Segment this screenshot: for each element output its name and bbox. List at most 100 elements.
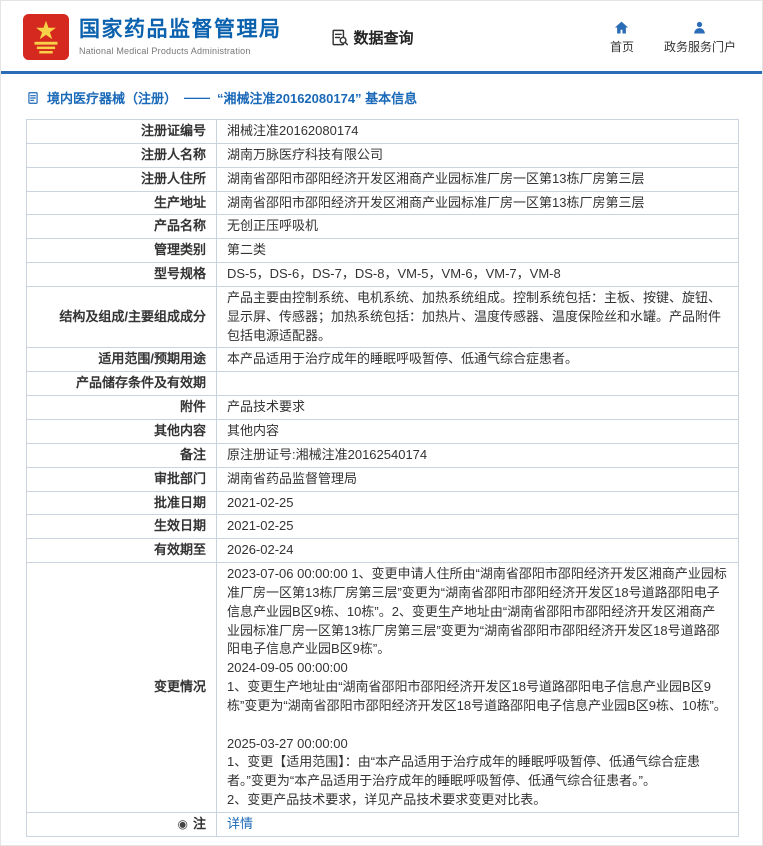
- row-label: 变更情况: [27, 563, 217, 813]
- breadcrumb-current: “湘械注准20162080174” 基本信息: [217, 88, 417, 107]
- row-value: 2023-07-06 00:00:00 1、变更申请人住所由“湖南省邵阳市邵阳经…: [217, 563, 739, 813]
- row-value: 湖南万脉医疗科技有限公司: [217, 143, 739, 167]
- nav-item-home[interactable]: 首页: [610, 20, 634, 55]
- row-label-text: 注册人住所: [141, 171, 206, 186]
- row-label: 型号规格: [27, 263, 217, 287]
- row-value: 产品技术要求: [217, 396, 739, 420]
- row-label-text: 管理类别: [154, 242, 206, 257]
- row-value: 湖南省邵阳市邵阳经济开发区湘商产业园标准厂房一区第13栋厂房第三层: [217, 191, 739, 215]
- row-label-text: 注册人名称: [141, 147, 206, 162]
- org-names: 国家药品监督管理局 National Medical Products Admi…: [79, 18, 282, 55]
- row-label-text: 审批部门: [154, 471, 206, 486]
- table-row: 备注原注册证号:湘械注准20162540174: [27, 443, 739, 467]
- data-query-label: 数据查询: [354, 27, 414, 48]
- row-value: 无创正压呼吸机: [217, 215, 739, 239]
- row-label-text: 生产地址: [154, 195, 206, 210]
- row-label: 审批部门: [27, 467, 217, 491]
- table-row: 附件产品技术要求: [27, 396, 739, 420]
- row-label-text: 变更情况: [154, 679, 206, 694]
- row-label-text: 型号规格: [154, 266, 206, 281]
- breadcrumb-separator: ——: [184, 90, 210, 105]
- top-nav: 首页 政务服务门户: [610, 20, 740, 55]
- row-label-text: 附件: [180, 399, 206, 414]
- row-label: 有效期至: [27, 539, 217, 563]
- table-row: 产品储存条件及有效期: [27, 372, 739, 396]
- row-label-text: 生效日期: [154, 518, 206, 533]
- table-row: 注册人名称湖南万脉医疗科技有限公司: [27, 143, 739, 167]
- home-icon: [614, 20, 629, 35]
- row-label: 注册人住所: [27, 167, 217, 191]
- table-row: 变更情况 2023-07-06 00:00:00 1、变更申请人住所由“湖南省邵阳…: [27, 563, 739, 813]
- row-value: 产品主要由控制系统、电机系统、加热系统组成。控制系统包括：主板、按键、旋钮、显示…: [217, 286, 739, 348]
- org-name-en: National Medical Products Administration: [79, 46, 282, 56]
- nav-item-portal[interactable]: 政务服务门户: [664, 20, 736, 55]
- row-label: 结构及组成/主要组成成分: [27, 286, 217, 348]
- row-value: 详情: [217, 813, 739, 837]
- row-value: 湘械注准20162080174: [217, 120, 739, 144]
- info-table-body: 注册证编号湘械注准20162080174注册人名称湖南万脉医疗科技有限公司注册人…: [27, 120, 739, 837]
- row-label: 备注: [27, 443, 217, 467]
- breadcrumb-category[interactable]: 境内医疗器械（注册）: [47, 88, 177, 107]
- row-label-text: 注册证编号: [141, 123, 206, 138]
- row-value: 湖南省药品监督管理局: [217, 467, 739, 491]
- row-label: 注册证编号: [27, 120, 217, 144]
- row-value: 2026-02-24: [217, 539, 739, 563]
- nav-item-label: 首页: [610, 38, 634, 55]
- row-label: 注册人名称: [27, 143, 217, 167]
- registration-info-table: 注册证编号湘械注准20162080174注册人名称湖南万脉医疗科技有限公司注册人…: [26, 119, 739, 837]
- row-value: 其他内容: [217, 419, 739, 443]
- row-label: 生产地址: [27, 191, 217, 215]
- row-label: 批准日期: [27, 491, 217, 515]
- table-row: 审批部门湖南省药品监督管理局: [27, 467, 739, 491]
- row-label: 产品名称: [27, 215, 217, 239]
- org-name-zh: 国家药品监督管理局: [79, 18, 282, 42]
- row-label-text: 其他内容: [154, 423, 206, 438]
- row-label-text: 适用范围/预期用途: [98, 351, 206, 366]
- row-label: 其他内容: [27, 419, 217, 443]
- document-icon: [26, 91, 40, 105]
- detail-link[interactable]: 详情: [227, 816, 253, 831]
- table-row: 生产地址湖南省邵阳市邵阳经济开发区湘商产业园标准厂房一区第13栋厂房第三层: [27, 191, 739, 215]
- table-row: 型号规格 DS-5，DS-6，DS-7，DS-8，VM-5，VM-6，VM-7，V…: [27, 263, 739, 287]
- table-row: 适用范围/预期用途本产品适用于治疗成年的睡眠呼吸暂停、低通气综合症患者。: [27, 348, 739, 372]
- note-icon: ◉: [178, 818, 188, 830]
- row-label: 管理类别: [27, 239, 217, 263]
- row-value: 2021-02-25: [217, 491, 739, 515]
- row-value: DS-5，DS-6，DS-7，DS-8，VM-5，VM-6，VM-7，VM-8: [217, 263, 739, 287]
- row-label-text: 产品储存条件及有效期: [76, 375, 206, 390]
- row-value: 第二类: [217, 239, 739, 263]
- row-label-text: 备注: [180, 447, 206, 462]
- row-label-text: 注: [193, 816, 206, 831]
- table-row: 注册证编号湘械注准20162080174: [27, 120, 739, 144]
- row-label-text: 有效期至: [154, 542, 206, 557]
- row-value: [217, 372, 739, 396]
- row-label: ◉注: [27, 813, 217, 837]
- table-row: 批准日期 2021-02-25: [27, 491, 739, 515]
- row-value: 2021-02-25: [217, 515, 739, 539]
- row-label-text: 结构及组成/主要组成成分: [59, 309, 206, 324]
- row-value: 原注册证号:湘械注准20162540174: [217, 443, 739, 467]
- table-row: ◉注详情: [27, 813, 739, 837]
- row-label: 适用范围/预期用途: [27, 348, 217, 372]
- table-row: 注册人住所湖南省邵阳市邵阳经济开发区湘商产业园标准厂房一区第13栋厂房第三层: [27, 167, 739, 191]
- nmpa-logo: [23, 14, 69, 60]
- header: 国家药品监督管理局 National Medical Products Admi…: [1, 1, 762, 74]
- document-search-icon: [330, 28, 349, 47]
- row-label: 产品储存条件及有效期: [27, 372, 217, 396]
- row-value: 本产品适用于治疗成年的睡眠呼吸暂停、低通气综合症患者。: [217, 348, 739, 372]
- table-row: 有效期至 2026-02-24: [27, 539, 739, 563]
- row-label-text: 批准日期: [154, 495, 206, 510]
- row-label: 生效日期: [27, 515, 217, 539]
- nav-item-label: 政务服务门户: [664, 38, 736, 55]
- row-label: 附件: [27, 396, 217, 420]
- row-label-text: 产品名称: [154, 218, 206, 233]
- data-query-tab[interactable]: 数据查询: [330, 27, 414, 48]
- table-row: 产品名称无创正压呼吸机: [27, 215, 739, 239]
- table-row: 生效日期 2021-02-25: [27, 515, 739, 539]
- user-icon: [692, 20, 707, 35]
- table-row: 管理类别第二类: [27, 239, 739, 263]
- national-emblem-icon: [23, 14, 69, 60]
- row-value: 湖南省邵阳市邵阳经济开发区湘商产业园标准厂房一区第13栋厂房第三层: [217, 167, 739, 191]
- breadcrumb: 境内医疗器械（注册） —— “湘械注准20162080174” 基本信息: [1, 74, 762, 117]
- table-row: 其他内容其他内容: [27, 419, 739, 443]
